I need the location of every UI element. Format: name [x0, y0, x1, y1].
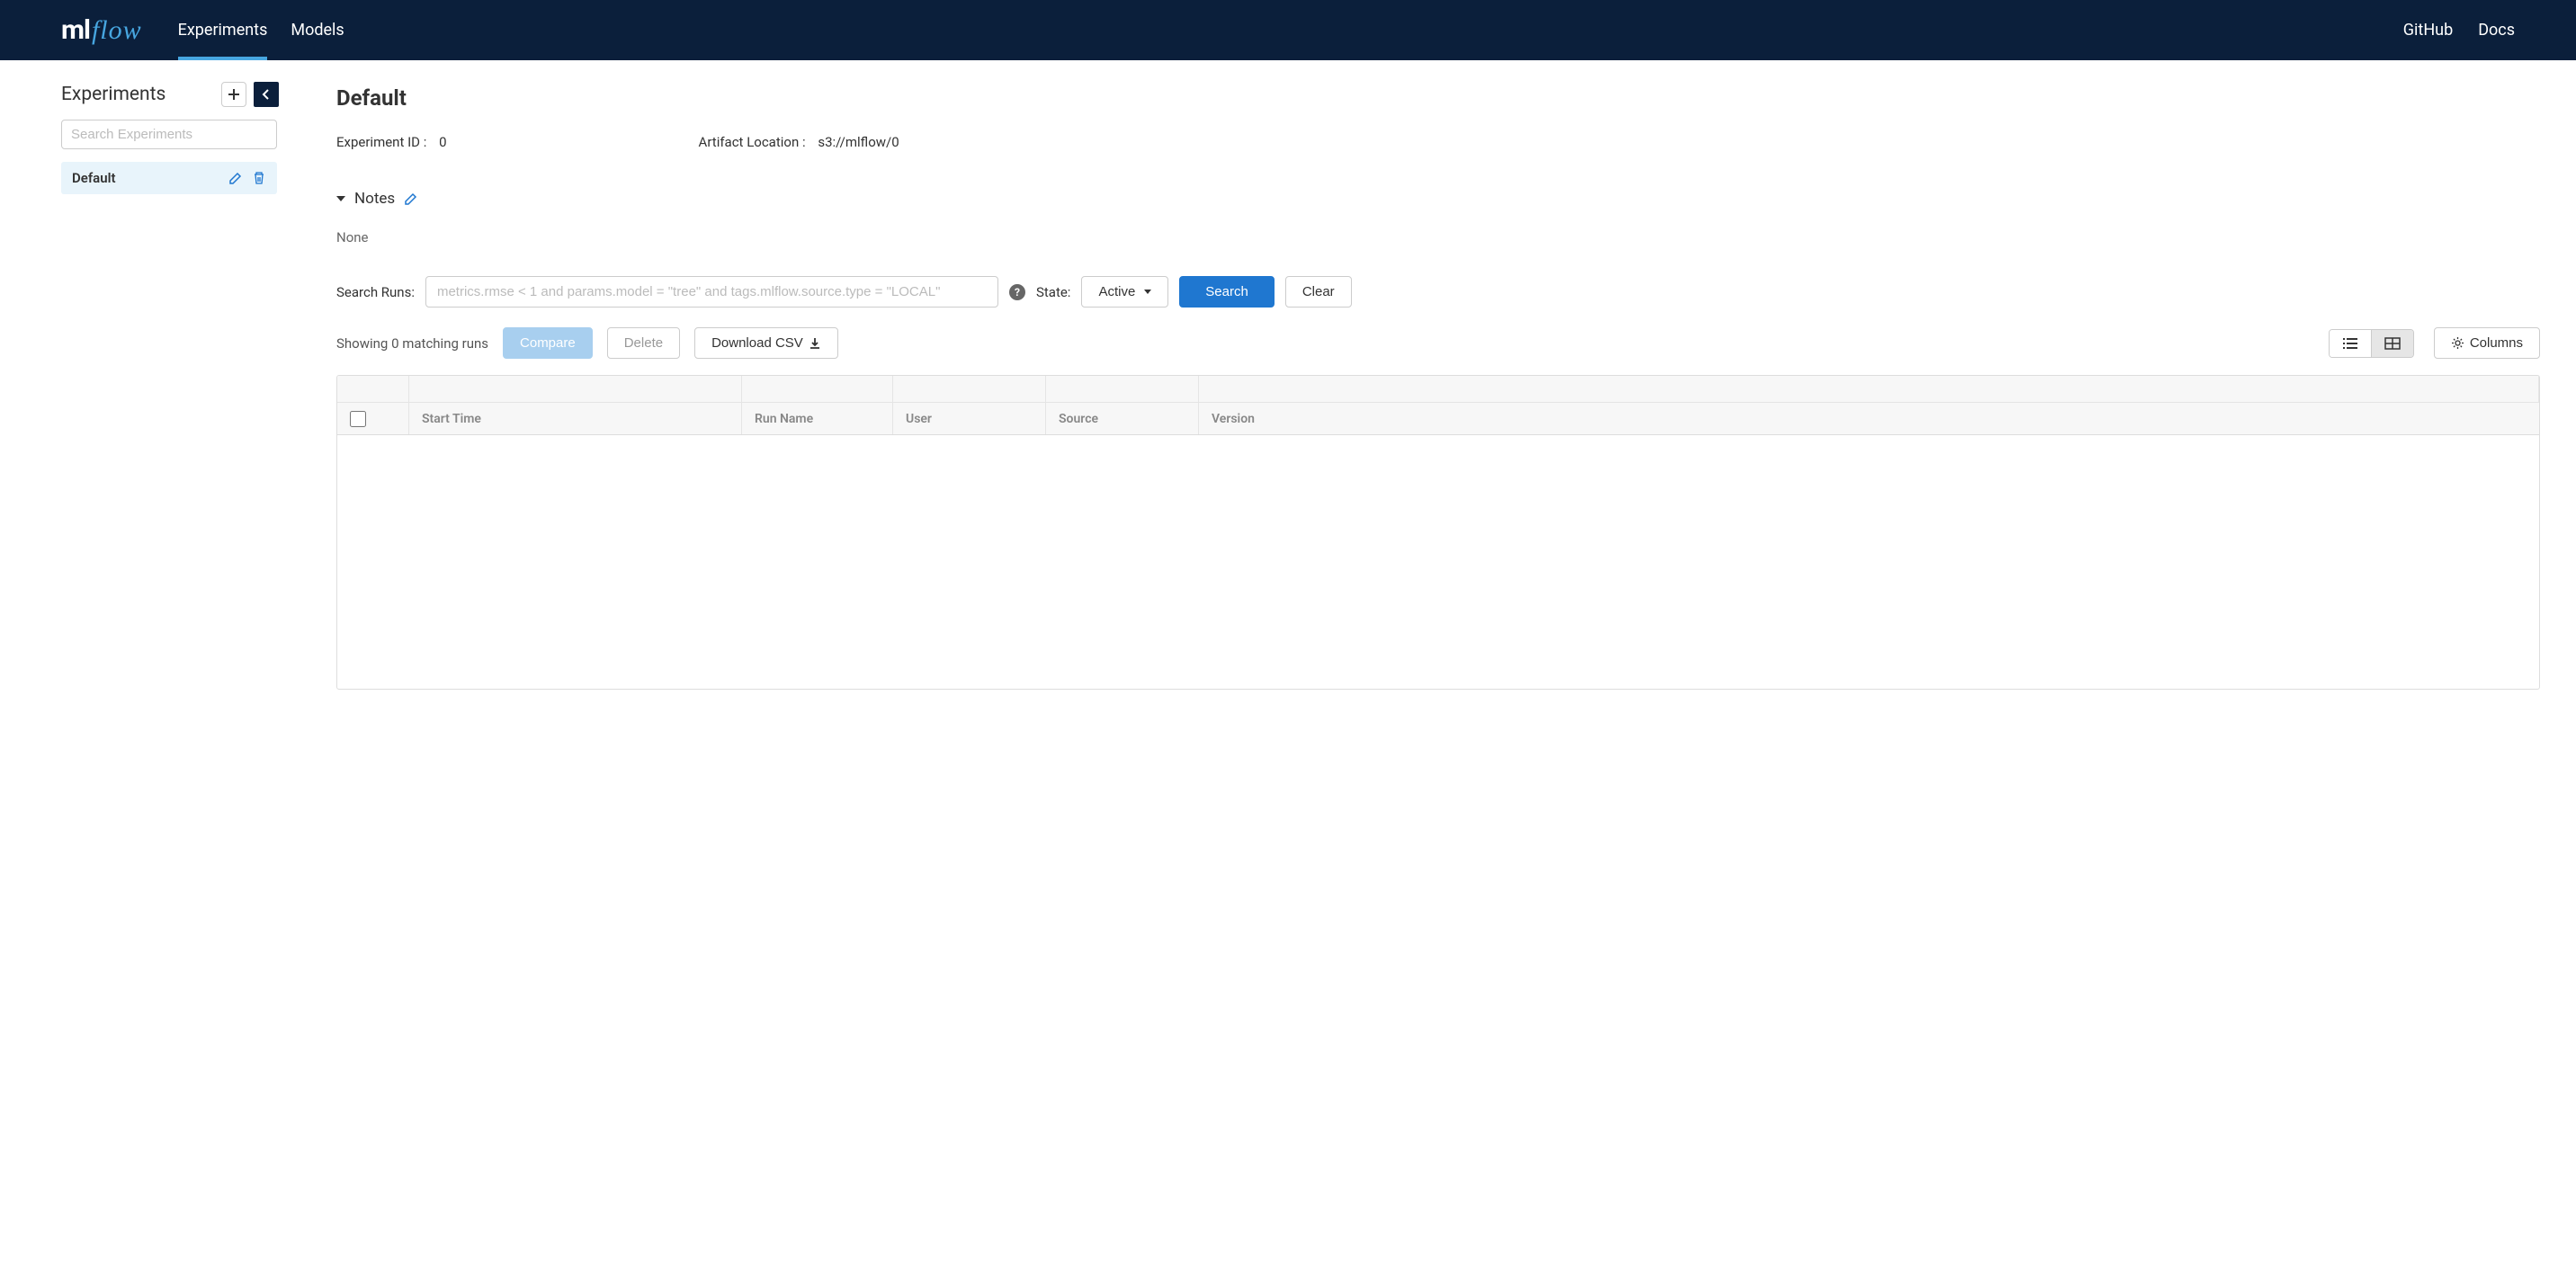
list-view-button[interactable]	[2330, 330, 2371, 357]
grid-icon	[2384, 337, 2401, 350]
col-run-name[interactable]: Run Name	[742, 403, 893, 434]
sidebar-title: Experiments	[61, 84, 165, 105]
logo[interactable]: ml flow	[61, 14, 142, 46]
content: Default Experiment ID : 0 Artifact Locat…	[279, 60, 2576, 690]
table-group-header	[337, 376, 2539, 403]
plus-icon	[228, 88, 240, 101]
state-dropdown-value: Active	[1098, 284, 1135, 299]
runs-table: Start Time Run Name User Source Version	[336, 375, 2540, 690]
meta-row: Experiment ID : 0 Artifact Location : s3…	[336, 134, 2540, 150]
page-title: Default	[336, 85, 2540, 111]
state-dropdown[interactable]: Active	[1081, 276, 1168, 308]
add-experiment-button[interactable]	[221, 82, 246, 107]
list-icon	[2342, 337, 2358, 350]
nav-links: Experiments Models	[178, 0, 344, 60]
caret-down-icon	[1144, 290, 1151, 294]
grid-view-button[interactable]	[2371, 330, 2413, 357]
compare-button[interactable]: Compare	[503, 327, 593, 359]
view-toggle	[2329, 329, 2414, 358]
notes-content: None	[336, 229, 2540, 245]
nav-models[interactable]: Models	[291, 0, 344, 60]
edit-icon[interactable]	[228, 171, 243, 185]
trash-icon[interactable]	[252, 171, 266, 185]
artifact-location: Artifact Location : s3://mlflow/0	[699, 134, 899, 150]
download-csv-label: Download CSV	[711, 335, 803, 351]
caret-down-icon	[336, 196, 345, 201]
clear-button[interactable]: Clear	[1285, 276, 1352, 308]
sidebar: Experiments Default	[0, 60, 279, 690]
group-cell	[1199, 376, 2539, 402]
group-cell	[337, 376, 409, 402]
experiment-item-label: Default	[72, 170, 116, 186]
chevron-left-icon	[262, 89, 271, 100]
download-csv-button[interactable]: Download CSV	[694, 327, 838, 359]
col-source[interactable]: Source	[1046, 403, 1199, 434]
delete-button[interactable]: Delete	[607, 327, 680, 359]
collapse-sidebar-button[interactable]	[254, 82, 279, 107]
columns-button[interactable]: Columns	[2434, 327, 2540, 359]
notes-label: Notes	[354, 190, 395, 208]
columns-label: Columns	[2470, 335, 2523, 351]
notes-header[interactable]: Notes	[336, 190, 2540, 208]
col-user[interactable]: User	[893, 403, 1046, 434]
select-all-checkbox[interactable]	[350, 411, 366, 427]
search-runs-label: Search Runs:	[336, 284, 415, 300]
col-version[interactable]: Version	[1199, 403, 2539, 434]
group-cell	[1046, 376, 1199, 402]
download-icon	[809, 337, 821, 350]
logo-flow-text: flow	[92, 15, 142, 46]
experiment-item-default[interactable]: Default	[61, 162, 277, 194]
search-runs-input[interactable]	[425, 276, 998, 308]
experiment-id-label: Experiment ID :	[336, 134, 426, 150]
main: Experiments Default Default	[0, 60, 2576, 690]
topbar: ml flow Experiments Models GitHub Docs	[0, 0, 2576, 60]
actions-left: Showing 0 matching runs Compare Delete D…	[336, 327, 838, 359]
artifact-location-value: s3://mlflow/0	[818, 134, 899, 150]
search-experiments-input[interactable]	[61, 120, 277, 149]
nav-experiments[interactable]: Experiments	[178, 0, 268, 60]
sidebar-actions	[221, 82, 279, 107]
sidebar-header: Experiments	[61, 82, 279, 107]
table-header-row: Start Time Run Name User Source Version	[337, 403, 2539, 435]
search-row: Search Runs: ? State: Active Search Clea…	[336, 276, 2540, 308]
artifact-location-label: Artifact Location :	[699, 134, 806, 150]
group-cell	[409, 376, 742, 402]
experiment-list: Default	[61, 162, 279, 194]
actions-row: Showing 0 matching runs Compare Delete D…	[336, 327, 2540, 359]
nav-github[interactable]: GitHub	[2403, 21, 2453, 40]
group-cell	[893, 376, 1046, 402]
edit-notes-icon[interactable]	[404, 192, 418, 206]
logo-ml-text: ml	[61, 14, 90, 46]
experiment-id-value: 0	[439, 134, 446, 150]
experiment-id: Experiment ID : 0	[336, 134, 447, 150]
topbar-left: ml flow Experiments Models	[61, 0, 344, 60]
help-icon[interactable]: ?	[1009, 284, 1025, 300]
group-cell	[742, 376, 893, 402]
topbar-right: GitHub Docs	[2403, 21, 2515, 40]
col-start-time[interactable]: Start Time	[409, 403, 742, 434]
state-label: State:	[1036, 284, 1070, 300]
results-summary: Showing 0 matching runs	[336, 335, 488, 352]
nav-docs[interactable]: Docs	[2478, 21, 2515, 40]
experiment-item-actions	[228, 171, 266, 185]
actions-right: Columns	[2329, 327, 2540, 359]
search-button[interactable]: Search	[1179, 276, 1275, 308]
select-all-cell	[337, 403, 409, 434]
gear-icon	[2451, 336, 2464, 350]
